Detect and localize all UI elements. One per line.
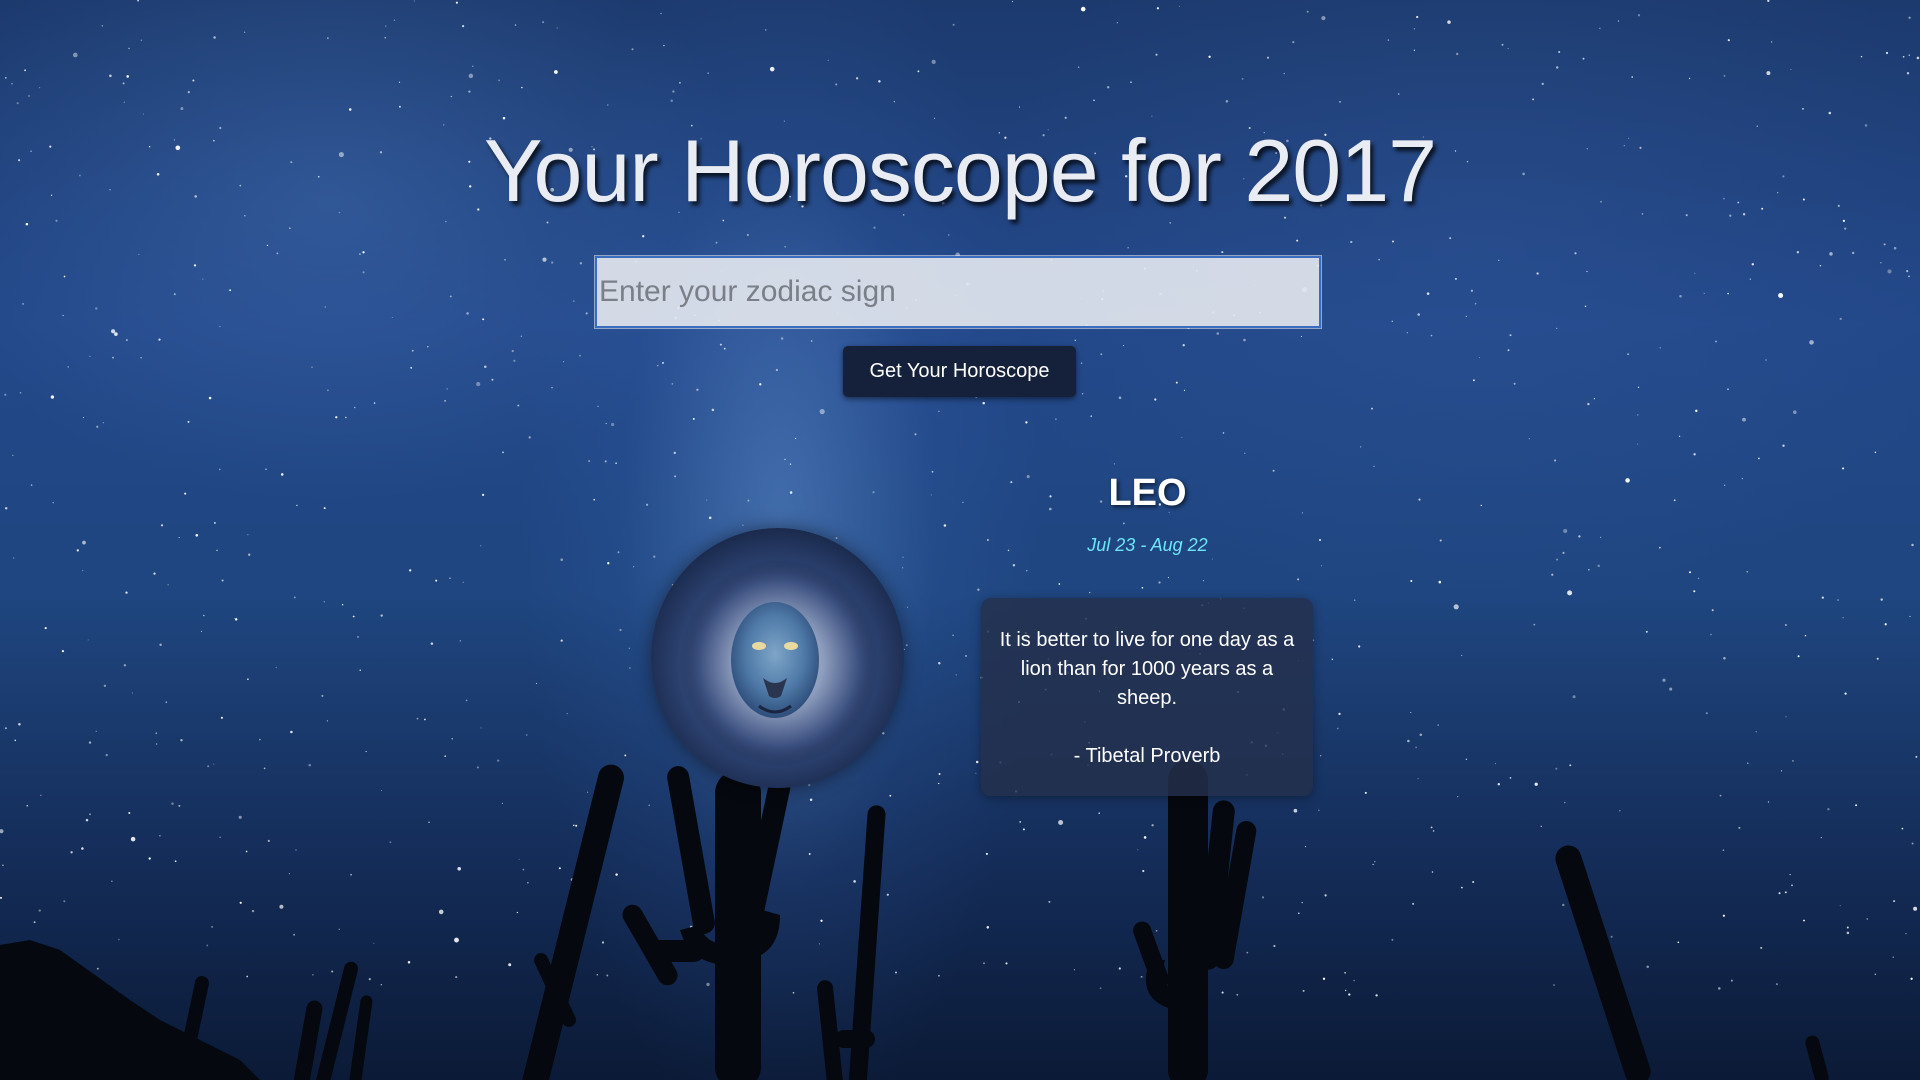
quote-text: It is better to live for one day as a li… <box>999 629 1295 709</box>
sign-name: LEO <box>1108 472 1187 514</box>
zodiac-sign-input[interactable] <box>594 255 1322 329</box>
get-horoscope-button[interactable]: Get Your Horoscope <box>843 346 1076 397</box>
page-background: Your Horoscope for 2017 Get Your Horosco… <box>0 0 1920 1080</box>
quote-card: It is better to live for one day as a li… <box>981 598 1313 796</box>
page-title: Your Horoscope for 2017 <box>483 121 1437 220</box>
sign-dates: Jul 23 - Aug 22 <box>1087 535 1208 555</box>
lion-icon <box>651 528 904 788</box>
quote-author: - Tibetal Proverb <box>1073 745 1221 767</box>
